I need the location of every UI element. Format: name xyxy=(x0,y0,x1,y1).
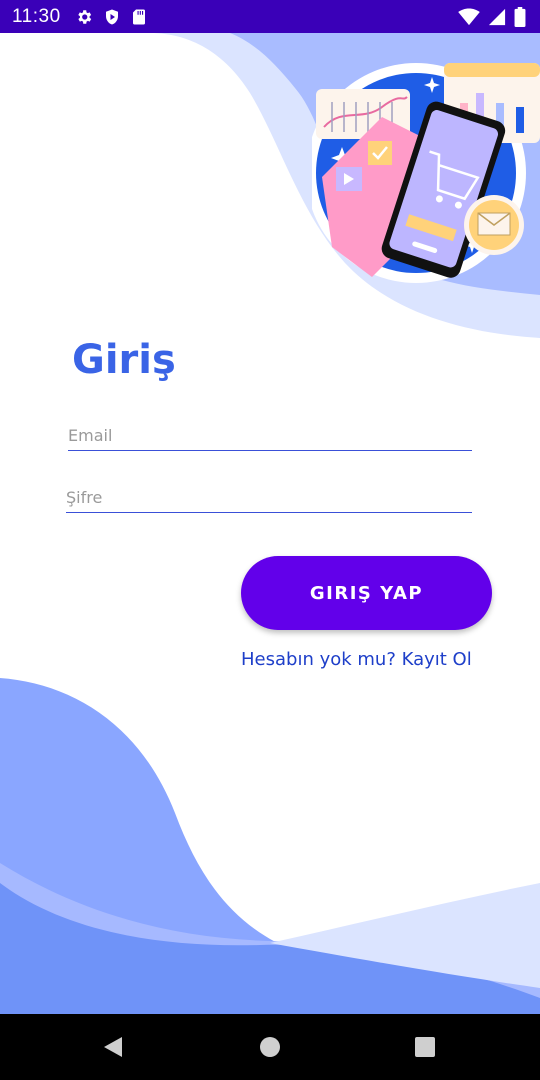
bar-chart-header xyxy=(444,63,540,77)
status-left-icons xyxy=(75,8,147,26)
status-right-icons xyxy=(458,6,526,27)
login-button[interactable]: GIRIŞ YAP xyxy=(241,556,492,630)
email-input[interactable] xyxy=(68,421,472,450)
login-screen: Giriş GIRIŞ YAP Hesabın yok mu? Kayıt Ol xyxy=(0,33,540,1014)
shield-play-icon xyxy=(105,9,118,24)
recents-button[interactable] xyxy=(385,1014,465,1080)
status-time: 11:30 xyxy=(12,5,61,27)
back-button[interactable] xyxy=(73,1014,153,1080)
recents-icon xyxy=(415,1037,435,1057)
email-field xyxy=(68,421,472,451)
navigation-bar xyxy=(0,1014,540,1080)
status-bar: 11:30 xyxy=(0,0,540,33)
bar-4 xyxy=(516,107,524,133)
home-button[interactable] xyxy=(230,1014,310,1080)
password-field xyxy=(66,483,472,513)
page-title: Giriş xyxy=(72,337,176,383)
home-icon xyxy=(260,1037,280,1057)
wifi-icon xyxy=(458,7,480,25)
battery-icon xyxy=(514,6,526,27)
shopping-illustration xyxy=(312,63,540,283)
password-input[interactable] xyxy=(66,483,472,512)
check-card xyxy=(368,141,392,165)
back-icon xyxy=(104,1037,122,1057)
signal-icon xyxy=(488,8,506,25)
sd-card-icon xyxy=(132,9,145,24)
register-link[interactable]: Hesabın yok mu? Kayıt Ol xyxy=(241,649,472,670)
gear-icon xyxy=(77,9,91,24)
